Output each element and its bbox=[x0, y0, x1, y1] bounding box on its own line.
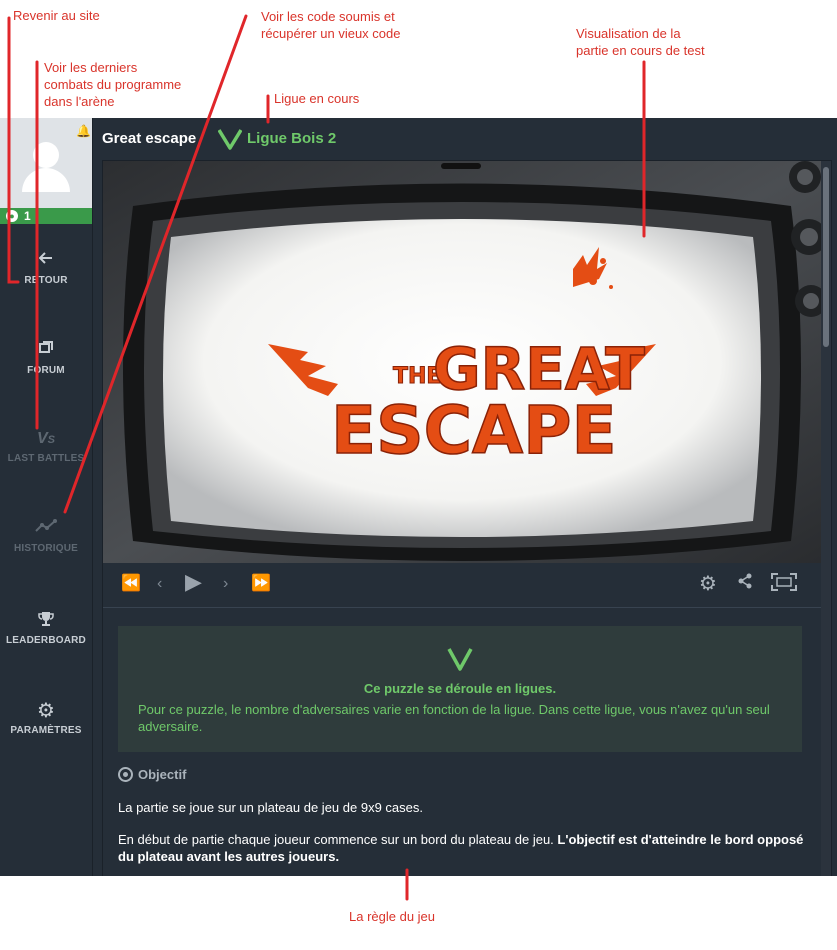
target-icon bbox=[118, 767, 133, 782]
step-back-icon[interactable]: ‹ bbox=[157, 573, 162, 595]
annotation-line: Voir les code soumis et bbox=[261, 9, 395, 24]
play-icon[interactable]: ▶ bbox=[185, 571, 202, 593]
app-window: 🔔 ● 1 RETOUR FORUM VS LAST BATTLES HISTO… bbox=[0, 118, 837, 876]
logo-escape-text: ESCAPE bbox=[331, 392, 617, 469]
annotation-back-to-site: Revenir au site bbox=[13, 8, 100, 23]
replay-controls: ⏪ ‹ ▶ › ⏩ ⚙ bbox=[103, 563, 821, 608]
scrollbar[interactable] bbox=[821, 161, 831, 876]
annotation-line: dans l'arène bbox=[44, 94, 115, 109]
league-info-box: Ce puzzle se déroule en ligues. Pour ce … bbox=[118, 626, 802, 752]
annotation-line: Voir les derniers bbox=[44, 60, 138, 75]
avatar-body bbox=[22, 168, 70, 192]
fast-forward-icon[interactable]: ⏩ bbox=[251, 573, 271, 595]
scrollbar-thumb[interactable] bbox=[823, 167, 829, 347]
rule-paragraph-1: La partie se joue sur un plateau de jeu … bbox=[118, 800, 423, 815]
sidebar-item-label: HISTORIQUE bbox=[13, 543, 79, 554]
level-number: 1 bbox=[24, 209, 31, 223]
sidebar-item-historique[interactable]: HISTORIQUE bbox=[0, 518, 92, 578]
versus-icon: VS bbox=[36, 430, 55, 447]
sidebar-item-label: RETOUR bbox=[24, 275, 68, 286]
page-title: Great escape bbox=[102, 130, 197, 147]
avatar[interactable]: 🔔 bbox=[0, 118, 92, 208]
annotation-last-battles: Voir les derniers combats du programme d… bbox=[44, 59, 181, 110]
league-name: Ligue Bois 2 bbox=[247, 130, 337, 147]
annotation-rules: La règle du jeu bbox=[349, 909, 436, 924]
game-viewer-graphic: THE GREAT ESCAPE bbox=[103, 161, 821, 563]
annotation-line: Visualisation de la bbox=[576, 26, 681, 41]
objective-heading-label: Objectif bbox=[138, 767, 187, 782]
level-bar: ● 1 bbox=[0, 208, 92, 224]
trophy-icon bbox=[0, 610, 92, 632]
sidebar-item-label: LAST BATTLES bbox=[7, 453, 85, 464]
league-info-title: Ce puzzle se déroule en ligues. bbox=[363, 681, 557, 696]
annotation-line: récupérer un vieux code bbox=[261, 26, 401, 41]
forum-icon bbox=[0, 340, 92, 362]
step-forward-icon[interactable]: › bbox=[223, 573, 228, 595]
league-info-text: Pour ce puzzle, le nombre d'adversaires … bbox=[138, 702, 770, 734]
annotation-history: Voir les code soumis et récupérer un vie… bbox=[261, 8, 400, 42]
rewind-icon[interactable]: ⏪ bbox=[121, 573, 141, 595]
rule-text: En début de partie chaque joueur commenc… bbox=[118, 832, 558, 847]
annotation-line: partie en cours de test bbox=[576, 43, 705, 58]
sidebar: 🔔 ● 1 RETOUR FORUM VS LAST BATTLES HISTO… bbox=[0, 118, 93, 876]
level-icon: ● bbox=[6, 210, 18, 222]
sidebar-item-forum[interactable]: FORUM bbox=[0, 340, 92, 400]
sidebar-item-label: PARAMÈTRES bbox=[10, 725, 82, 736]
history-chart-icon bbox=[0, 518, 92, 540]
sidebar-item-retour[interactable]: RETOUR bbox=[0, 250, 92, 310]
sidebar-item-label: FORUM bbox=[27, 365, 65, 376]
settings-gear-icon[interactable]: ⚙ bbox=[699, 573, 717, 595]
annotation-viewer: Visualisation de la partie en cours de t… bbox=[576, 25, 705, 59]
avatar-head bbox=[33, 142, 59, 168]
league-wood-icon bbox=[218, 129, 242, 150]
sidebar-item-parametres[interactable]: ⚙ PARAMÈTRES bbox=[0, 700, 92, 760]
gear-icon: ⚙ bbox=[37, 700, 55, 722]
share-icon[interactable] bbox=[737, 573, 753, 596]
sidebar-item-last-battles[interactable]: VS LAST BATTLES bbox=[0, 428, 92, 488]
sidebar-item-leaderboard[interactable]: LEADERBOARD bbox=[0, 610, 92, 670]
annotation-league: Ligue en cours bbox=[274, 91, 360, 106]
rule-paragraph-2: En début de partie chaque joueur commenc… bbox=[118, 831, 808, 865]
league-wood-icon bbox=[447, 648, 473, 671]
bell-icon[interactable]: 🔔 bbox=[76, 124, 91, 138]
main-panel: THE GREAT ESCAPE ⏪ ‹ ▶ › ⏩ ⚙ Ce puzzle s… bbox=[102, 160, 832, 876]
objective-heading: Objectif bbox=[118, 767, 186, 782]
annotation-line: combats du programme bbox=[44, 77, 182, 92]
fullscreen-icon[interactable] bbox=[771, 573, 797, 598]
game-viewer[interactable]: THE GREAT ESCAPE bbox=[103, 161, 821, 563]
arrow-left-icon bbox=[0, 250, 92, 272]
sidebar-item-label: LEADERBOARD bbox=[6, 635, 86, 646]
